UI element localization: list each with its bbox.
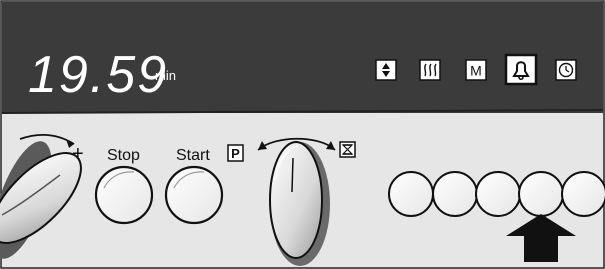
center-rotary-knob[interactable] [269,141,330,266]
round-button-5[interactable] [561,171,605,217]
right-button-row [388,171,605,217]
program-label: P [231,146,240,161]
stop-button[interactable] [94,165,154,225]
plus-label: + [72,143,84,165]
round-button-3[interactable] [475,171,521,217]
time-readout: 19.59 [28,46,168,104]
bell-icon[interactable] [504,53,538,86]
memory-icon[interactable]: M [465,59,487,81]
memory-label: M [470,63,482,79]
round-button-2[interactable] [432,171,478,217]
stop-label: Stop [107,147,140,164]
round-button-4[interactable] [518,171,564,217]
round-button-1[interactable] [388,171,434,217]
start-label: Start [176,147,210,164]
clock-icon[interactable] [555,59,577,81]
hourglass-icon [339,141,356,158]
steam-icon[interactable] [419,59,441,81]
updown-icon[interactable] [375,59,397,81]
program-label-box: P [227,144,244,162]
time-unit: min [155,68,176,83]
oven-control-panel: 19.59 min M + Stop Start P [0,0,605,269]
start-button[interactable] [164,165,224,225]
time-display: 19.59 min [28,46,176,104]
